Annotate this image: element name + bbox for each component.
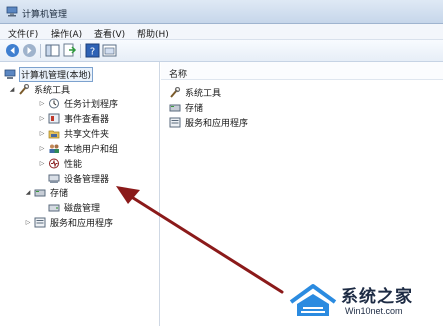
tools-icon	[170, 86, 181, 98]
window-title: 计算机管理	[22, 10, 68, 20]
tree-item-label: 本地用户和组	[64, 144, 119, 155]
services-icon	[34, 217, 46, 227]
list-item-label: 系统工具	[185, 88, 222, 99]
forward-icon[interactable]	[22, 43, 37, 58]
tree-item-local-users[interactable]: ▷ 本地用户和组	[38, 142, 119, 155]
tree-item-label: 磁盘管理	[64, 203, 101, 214]
watermark-house-icon	[289, 284, 337, 316]
toolbar-separator	[80, 44, 81, 58]
services-icon	[169, 117, 181, 127]
menu-file[interactable]: 文件(F)	[8, 27, 38, 40]
tools-icon	[19, 83, 30, 95]
column-header-name[interactable]: 名称	[169, 67, 187, 80]
shared-folder-icon	[48, 130, 60, 138]
tree-item-system-tools[interactable]: ◢ 系统工具	[8, 83, 71, 96]
svg-text:?: ?	[90, 47, 95, 58]
list-header: 名称	[161, 62, 443, 80]
tree-item-device-manager[interactable]: 设备管理器	[48, 172, 110, 185]
export-icon[interactable]	[62, 43, 77, 58]
menu-bar: 文件(F) 操作(A) 查看(V) 帮助(H)	[0, 24, 443, 40]
watermark: 系统之家 Win10net.com	[285, 278, 443, 324]
computer-management-icon	[4, 69, 16, 79]
collapse-icon[interactable]: ◢	[24, 189, 32, 196]
tree-item-label: 共享文件夹	[64, 129, 110, 140]
performance-icon	[49, 158, 59, 168]
expand-icon[interactable]: ▷	[38, 160, 46, 167]
tree-item-disk-management[interactable]: 磁盘管理	[48, 201, 101, 214]
tree-item-computer-management[interactable]: 计算机管理(本地)	[4, 66, 94, 82]
tree-item-label: 设备管理器	[64, 174, 110, 185]
tree-item-label: 系统工具	[34, 85, 71, 96]
console-tree: 计算机管理(本地) ◢ 系统工具 ▷ 任务计划程序 ▷ 事件查看器 ▷ 共享文件…	[0, 62, 160, 326]
list-item-label: 存储	[185, 103, 204, 114]
storage-icon	[34, 189, 46, 196]
console-tree-icon[interactable]	[45, 43, 60, 58]
tree-item-event-viewer[interactable]: ▷ 事件查看器	[38, 112, 110, 125]
tree-item-label: 性能	[64, 159, 83, 170]
menu-view[interactable]: 查看(V)	[94, 27, 125, 40]
tree-item-label: 存储	[50, 188, 69, 199]
back-icon[interactable]	[5, 43, 20, 58]
collapse-icon[interactable]: ◢	[8, 86, 16, 93]
clock-icon	[49, 98, 59, 108]
tree-item-label: 任务计划程序	[64, 99, 119, 110]
help-icon[interactable]: ?	[85, 43, 100, 58]
tree-item-label: 事件查看器	[64, 114, 110, 125]
menu-help[interactable]: 帮助(H)	[137, 27, 169, 40]
tree-item-performance[interactable]: ▷ 性能	[38, 157, 83, 170]
properties-icon[interactable]	[102, 43, 117, 58]
list-item[interactable]: 系统工具	[169, 86, 222, 99]
tree-item-services-apps[interactable]: ▷ 服务和应用程序	[24, 216, 114, 229]
watermark-title: 系统之家	[341, 287, 413, 307]
tree-item-task-scheduler[interactable]: ▷ 任务计划程序	[38, 97, 119, 110]
users-icon	[49, 144, 59, 153]
tree-item-storage[interactable]: ◢ 存储	[24, 186, 69, 199]
tree-item-label: 服务和应用程序	[50, 218, 114, 229]
title-bar: 计算机管理	[0, 0, 443, 24]
toolbar-separator	[40, 44, 41, 58]
expand-icon[interactable]: ▷	[38, 145, 46, 152]
list-item-label: 服务和应用程序	[185, 118, 249, 129]
list-item[interactable]: 服务和应用程序	[169, 116, 249, 129]
tree-item-shared-folders[interactable]: ▷ 共享文件夹	[38, 127, 110, 140]
expand-icon[interactable]: ▷	[38, 130, 46, 137]
storage-icon	[169, 104, 181, 111]
watermark-url: Win10net.com	[345, 306, 403, 316]
computer-management-icon	[6, 6, 18, 17]
expand-icon[interactable]: ▷	[38, 115, 46, 122]
device-manager-icon	[48, 174, 60, 183]
toolbar: ?	[0, 40, 443, 62]
list-item[interactable]: 存储	[169, 101, 204, 114]
disk-icon	[48, 204, 60, 211]
expand-icon[interactable]: ▷	[38, 100, 46, 107]
expand-icon[interactable]: ▷	[24, 219, 32, 226]
tree-item-label: 计算机管理(本地)	[19, 66, 94, 82]
menu-action[interactable]: 操作(A)	[51, 27, 82, 40]
event-viewer-icon	[48, 113, 60, 123]
